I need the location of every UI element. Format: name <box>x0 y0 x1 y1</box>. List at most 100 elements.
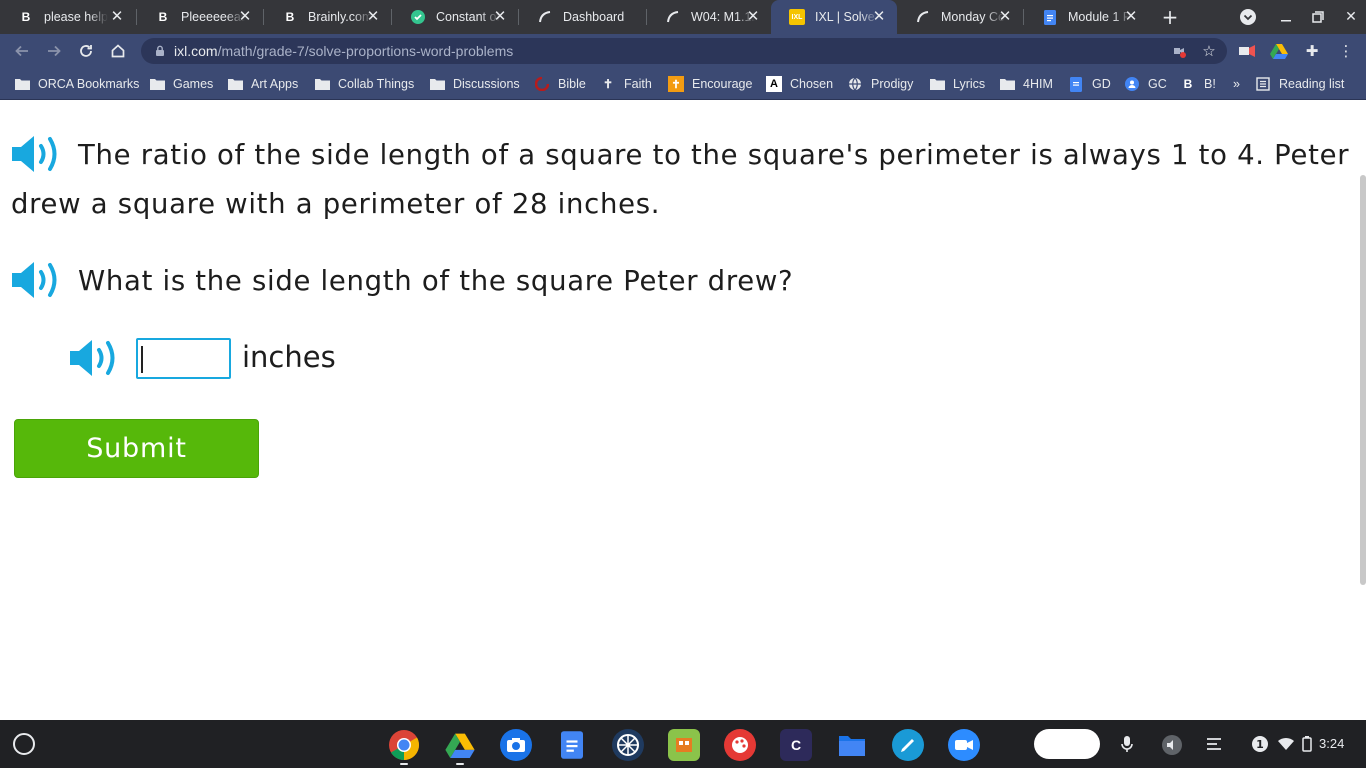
bookmark-label: Games <box>173 77 214 91</box>
globe-icon <box>847 76 863 92</box>
files-icon[interactable] <box>836 729 868 761</box>
folder-icon <box>149 76 165 92</box>
reload-button[interactable] <box>75 40 97 62</box>
pen-icon[interactable] <box>892 729 924 761</box>
tab[interactable]: B please help ✕ <box>0 0 135 34</box>
bookmark-gc[interactable]: GC <box>1124 75 1167 93</box>
tab[interactable]: Module 1 P ✕ <box>1024 0 1149 34</box>
arrow-left-icon <box>15 45 28 57</box>
running-indicator <box>456 763 464 765</box>
bookmark-collab-things[interactable]: Collab Things <box>314 75 414 93</box>
bookmark-gd[interactable]: GD <box>1068 75 1111 93</box>
bookmark-discussions[interactable]: Discussions <box>429 75 520 93</box>
chrome-menu-button[interactable]: ⋮ <box>1336 41 1356 61</box>
audio-icon[interactable] <box>1162 735 1182 755</box>
bookmark-label: Encourage <box>692 77 753 91</box>
close-icon[interactable]: ✕ <box>237 8 253 25</box>
family-link-icon[interactable] <box>668 729 700 761</box>
tab-active[interactable]: IXL IXL | Solve p ✕ <box>771 0 897 34</box>
address-bar[interactable]: ixl.com/math/grade-7/solve-proportions-w… <box>141 38 1227 64</box>
chosen-a-icon: A <box>766 76 782 92</box>
reload-icon <box>80 45 92 57</box>
speaker-icon[interactable] <box>10 134 62 174</box>
close-window-button[interactable]: ✕ <box>1340 6 1362 28</box>
tab[interactable]: Dashboard <box>519 0 646 34</box>
bookmarks-overflow-button[interactable]: » <box>1233 75 1240 93</box>
url-text: ixl.com/math/grade-7/solve-proportions-w… <box>174 43 513 59</box>
clock[interactable]: 3:24 <box>1319 736 1344 751</box>
wifi-icon[interactable] <box>1277 735 1295 753</box>
tote-icon[interactable] <box>1205 735 1223 753</box>
close-icon[interactable]: ✕ <box>1123 8 1139 25</box>
google-docs-icon[interactable] <box>556 729 588 761</box>
battery-icon[interactable] <box>1298 735 1316 753</box>
bookmark-prodigy[interactable]: Prodigy <box>847 75 913 93</box>
tab-title: Dashboard <box>563 10 625 24</box>
bookmark-bible[interactable]: Bible <box>534 75 586 93</box>
holding-space-tray[interactable] <box>1034 729 1100 759</box>
tab-strip: B please help ✕ B Pleeeeeease ✕ B Brainl… <box>0 0 1366 34</box>
bookmark-chosen[interactable]: A Chosen <box>766 75 833 93</box>
forward-button[interactable] <box>43 40 65 62</box>
bookmark-encourage[interactable]: ✝ Encourage <box>668 75 752 93</box>
tab[interactable]: B Brainly.com ✕ <box>264 0 391 34</box>
extension-button[interactable] <box>1269 41 1289 61</box>
folder-icon <box>429 76 445 92</box>
canvas-wheel-icon[interactable] <box>612 729 644 761</box>
speaker-icon[interactable] <box>10 260 62 300</box>
close-icon[interactable]: ✕ <box>997 8 1013 25</box>
question-paragraph-line-1: The ratio of the side length of a square… <box>78 139 1350 171</box>
bookmark-4him[interactable]: 4HIM <box>999 75 1053 93</box>
brainly-b-icon: B <box>285 10 295 24</box>
camera-icon[interactable] <box>500 729 532 761</box>
bookmark-b[interactable]: B B! <box>1180 75 1216 93</box>
tab-search-button[interactable] <box>1237 6 1259 28</box>
bookmark-lyrics[interactable]: Lyrics <box>929 75 985 93</box>
close-icon[interactable]: ✕ <box>109 8 125 25</box>
submit-button[interactable]: Submit <box>14 419 259 478</box>
site-permission-button[interactable] <box>1169 41 1189 61</box>
extensions-menu-button[interactable]: ✚ <box>1302 41 1322 61</box>
google-drive-icon[interactable] <box>444 729 476 761</box>
minimize-button[interactable] <box>1275 6 1297 28</box>
new-tab-button[interactable]: + <box>1159 5 1181 29</box>
bookmark-games[interactable]: Games <box>149 75 213 93</box>
back-button[interactable] <box>11 40 33 62</box>
bookmark-label: Faith <box>624 77 652 91</box>
more-vert-icon: ⋮ <box>1338 42 1354 60</box>
paint-palette-icon[interactable] <box>724 729 756 761</box>
tab[interactable]: W04: M1.12 ✕ <box>647 0 771 34</box>
reading-list-button[interactable]: Reading list <box>1255 75 1344 93</box>
answer-input[interactable] <box>136 338 231 379</box>
notification-badge[interactable]: 1 <box>1252 736 1268 752</box>
bookmark-label: B! <box>1204 77 1216 91</box>
close-icon[interactable]: ✕ <box>365 8 381 25</box>
tab[interactable]: B Pleeeeeease ✕ <box>137 0 263 34</box>
canvas-dashboard-icon <box>537 9 553 25</box>
tab[interactable]: Monday Ce ✕ <box>897 0 1023 34</box>
canvas-dashboard-icon <box>665 9 681 25</box>
url-path: /math/grade-7/solve-proportions-word-pro… <box>217 43 514 59</box>
bookmark-orca[interactable]: ORCA Bookmarks <box>14 75 139 93</box>
chrome-icon[interactable] <box>388 729 420 761</box>
scrollbar[interactable] <box>1360 175 1366 585</box>
close-icon[interactable]: ✕ <box>492 8 508 25</box>
restore-button[interactable] <box>1307 6 1329 28</box>
camera-blocked-icon <box>1174 48 1186 58</box>
bookmark-faith[interactable]: ✝ Faith <box>600 75 652 93</box>
zoom-icon[interactable] <box>948 729 980 761</box>
launcher-button[interactable] <box>13 733 35 755</box>
extension-button[interactable] <box>1237 41 1257 61</box>
bookmark-art-apps[interactable]: Art Apps <box>227 75 298 93</box>
home-button[interactable] <box>107 40 129 62</box>
cross-box-icon: ✝ <box>668 76 684 92</box>
bookmark-label: 4HIM <box>1023 77 1053 91</box>
bookmark-star-button[interactable]: ☆ <box>1199 41 1219 61</box>
close-icon[interactable]: ✕ <box>745 8 761 25</box>
microphone-icon[interactable] <box>1118 735 1136 753</box>
close-icon[interactable]: ✕ <box>871 8 887 25</box>
canvas-c-icon[interactable]: C <box>780 729 812 761</box>
chevron-down-icon <box>1240 9 1256 25</box>
speaker-icon[interactable] <box>68 338 120 378</box>
tab[interactable]: Constant of ✕ <box>392 0 518 34</box>
